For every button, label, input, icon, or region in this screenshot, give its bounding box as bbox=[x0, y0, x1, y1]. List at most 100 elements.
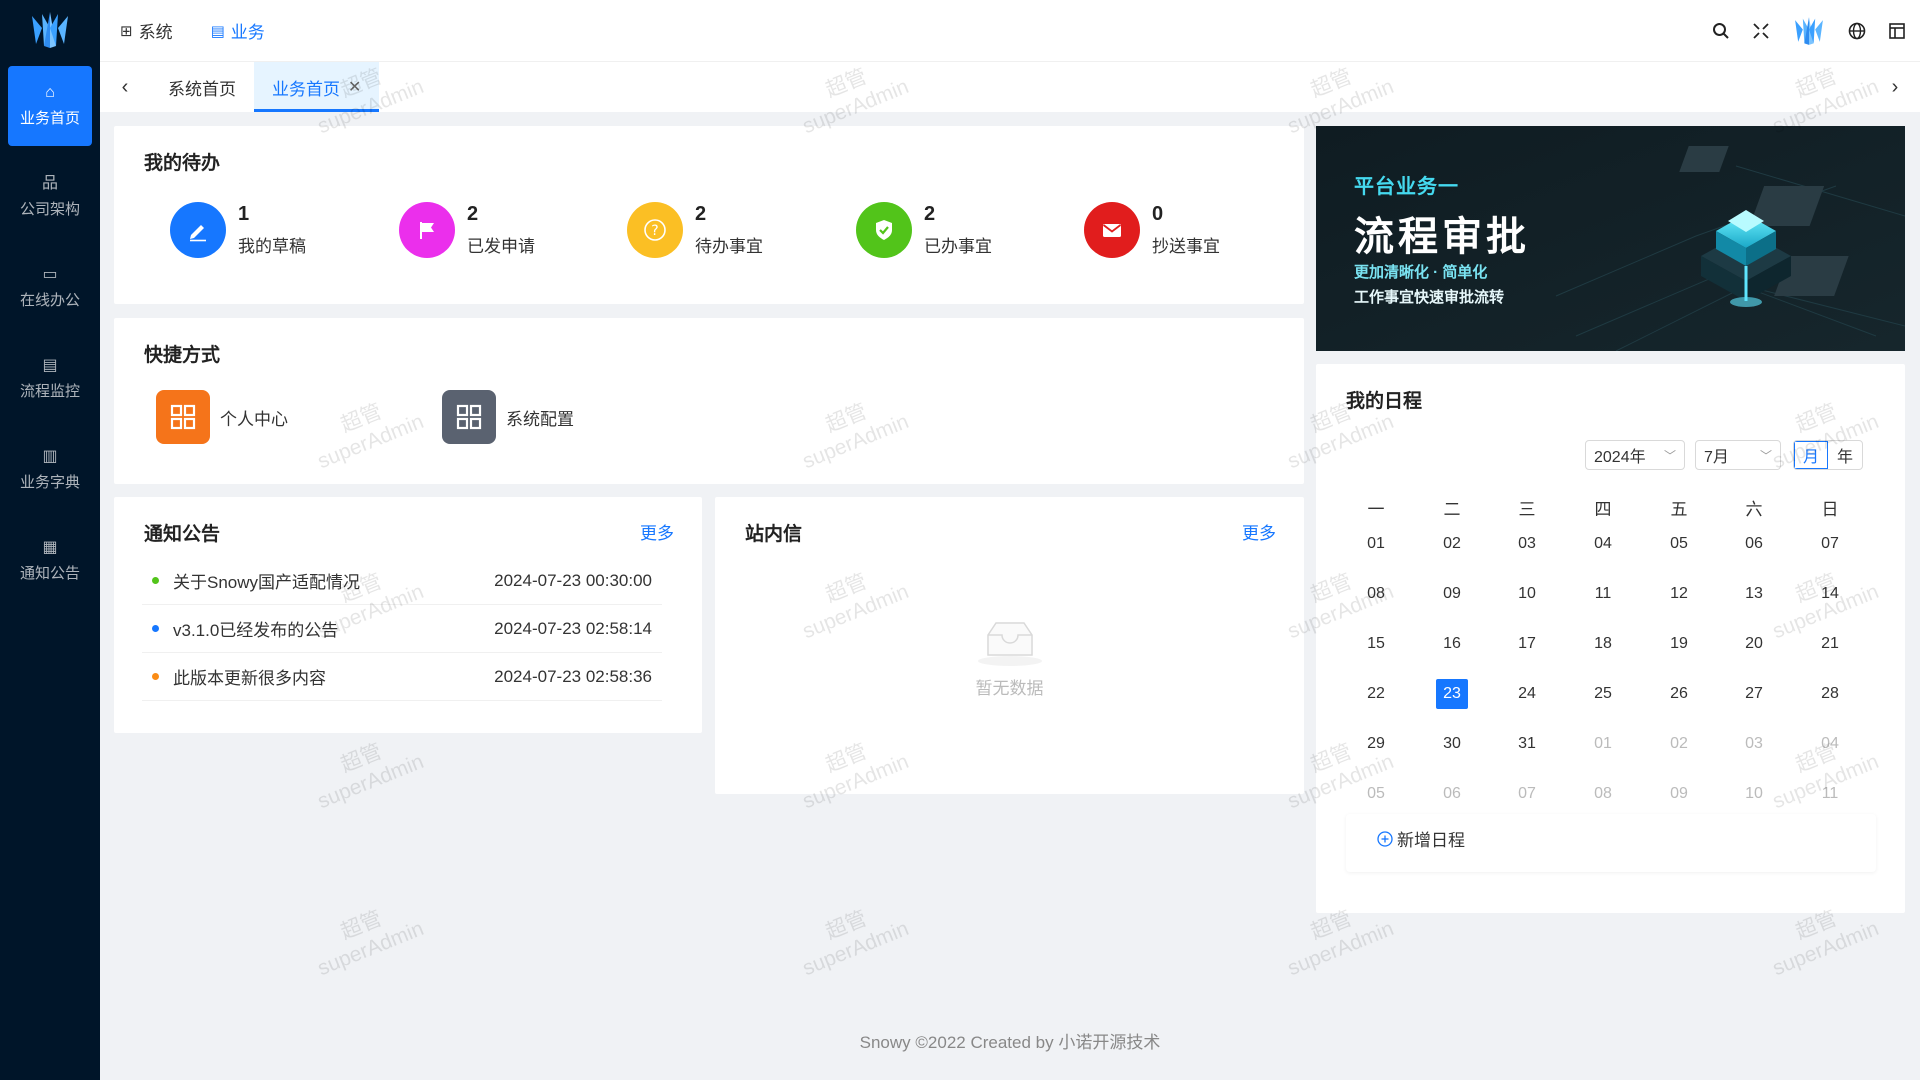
calendar-day[interactable]: 12 bbox=[1663, 579, 1695, 609]
add-schedule-button[interactable]: 新增日程 bbox=[1377, 826, 1465, 851]
calendar-day[interactable]: 21 bbox=[1814, 629, 1846, 659]
shortcut-label: 系统配置 bbox=[506, 409, 574, 429]
avatar[interactable] bbox=[1792, 14, 1826, 48]
banner-line2: 工作事宜快速审批流转 bbox=[1354, 289, 1505, 306]
notice-row[interactable]: 关于Snowy国产适配情况 2024-07-23 00:30:00 bbox=[142, 557, 662, 605]
calendar-day[interactable]: 17 bbox=[1511, 629, 1543, 659]
calendar-day[interactable]: 01 bbox=[1360, 529, 1392, 559]
messages-card: 站内信 更多 暂无数据 bbox=[715, 497, 1304, 794]
globe-icon[interactable] bbox=[1848, 22, 1866, 40]
calendar-day[interactable]: 01 bbox=[1587, 729, 1619, 759]
calendar-day[interactable]: 14 bbox=[1814, 579, 1846, 609]
calendar-day[interactable]: 09 bbox=[1663, 779, 1695, 809]
calendar-day[interactable]: 27 bbox=[1738, 679, 1770, 709]
calendar-day[interactable]: 07 bbox=[1814, 529, 1846, 559]
notice-row[interactable]: v3.1.0已经发布的公告 2024-07-23 02:58:14 bbox=[142, 605, 662, 653]
sidebar-item-business-home[interactable]: ⌂ 业务首页 bbox=[8, 66, 92, 146]
calendar-day[interactable]: 10 bbox=[1738, 779, 1770, 809]
tab-system-home[interactable]: 系统首页 bbox=[150, 62, 254, 112]
calendar-day[interactable]: 03 bbox=[1738, 729, 1770, 759]
notice-row[interactable]: 此版本更新很多内容 2024-07-23 02:58:36 bbox=[142, 653, 662, 701]
mode-year-button[interactable]: 年 bbox=[1828, 441, 1862, 469]
plus-circle-icon bbox=[1377, 830, 1393, 847]
tab-scroll-left-icon[interactable]: ‹ bbox=[100, 62, 150, 112]
calendar-day[interactable]: 16 bbox=[1436, 629, 1468, 659]
sidebar-item-org[interactable]: 品 公司架构 bbox=[8, 157, 92, 237]
month-select[interactable]: 7月 ﹀ bbox=[1695, 440, 1781, 470]
system-icon: ⊞ bbox=[120, 22, 133, 40]
calendar-day[interactable]: 30 bbox=[1436, 729, 1468, 759]
card-title: 我的日程 bbox=[1346, 391, 1423, 412]
mode-month-button[interactable]: 月 bbox=[1794, 441, 1828, 469]
snowy-logo-icon bbox=[32, 12, 68, 48]
calendar-day[interactable]: 19 bbox=[1663, 629, 1695, 659]
search-icon[interactable] bbox=[1712, 22, 1730, 40]
calendar-day[interactable]: 11 bbox=[1814, 779, 1846, 809]
tab-scroll-right-icon[interactable]: › bbox=[1870, 62, 1920, 112]
apps-icon bbox=[442, 390, 496, 444]
calendar-day[interactable]: 09 bbox=[1436, 579, 1468, 609]
org-icon: 品 bbox=[41, 174, 58, 192]
list-icon: ▤ bbox=[42, 356, 58, 374]
calendar-day[interactable]: 13 bbox=[1738, 579, 1770, 609]
todo-count: 2 bbox=[695, 203, 707, 225]
flag-icon bbox=[399, 202, 455, 258]
calendar-day[interactable]: 04 bbox=[1814, 729, 1846, 759]
todo-pending[interactable]: ? 2 待办事宜 bbox=[627, 202, 763, 258]
close-icon[interactable]: ✕ bbox=[348, 77, 361, 97]
calendar-day[interactable]: 31 bbox=[1511, 729, 1543, 759]
calendar-day[interactable]: 25 bbox=[1587, 679, 1619, 709]
notice-title: v3.1.0已经发布的公告 bbox=[173, 621, 339, 640]
notice-card: 通知公告 更多 关于Snowy国产适配情况 2024-07-23 00:30:0… bbox=[114, 497, 702, 733]
sidebar-item-flow-monitor[interactable]: ▤ 流程监控 bbox=[8, 339, 92, 419]
todo-cc[interactable]: 0 抄送事宜 bbox=[1084, 202, 1220, 258]
shortcut-system-config[interactable]: 系统配置 bbox=[442, 390, 574, 444]
calendar-day[interactable]: 02 bbox=[1663, 729, 1695, 759]
logo[interactable] bbox=[0, 0, 100, 60]
messages-more-link[interactable]: 更多 bbox=[1242, 519, 1276, 544]
header-tools bbox=[1690, 0, 1906, 62]
tab-business-home[interactable]: 业务首页 ✕ bbox=[254, 62, 380, 112]
calendar-day[interactable]: 20 bbox=[1738, 629, 1770, 659]
watermark-line1: 超管 bbox=[822, 906, 871, 944]
todo-sent[interactable]: 2 已发申请 bbox=[399, 202, 535, 258]
calendar-day[interactable]: 06 bbox=[1436, 779, 1468, 809]
calendar-day[interactable]: 29 bbox=[1360, 729, 1392, 759]
calendar-day[interactable]: 08 bbox=[1587, 779, 1619, 809]
layout-icon[interactable] bbox=[1888, 22, 1906, 40]
promo-banner[interactable]: 平台业务一 流程审批 更加清晰化 · 简单化 工作事宜快速审批流转 bbox=[1316, 126, 1905, 351]
calendar-day[interactable]: 24 bbox=[1511, 679, 1543, 709]
calendar-day[interactable]: 08 bbox=[1360, 579, 1392, 609]
watermark-line2: superAdmin bbox=[1769, 917, 1882, 981]
calendar-day[interactable]: 28 bbox=[1814, 679, 1846, 709]
module-system[interactable]: ⊞ 系统 bbox=[120, 18, 173, 43]
svg-text:?: ? bbox=[651, 223, 658, 239]
notice-more-link[interactable]: 更多 bbox=[640, 519, 674, 544]
calendar-day[interactable]: 26 bbox=[1663, 679, 1695, 709]
calendar-day[interactable]: 15 bbox=[1360, 629, 1392, 659]
calendar-day[interactable]: 02 bbox=[1436, 529, 1468, 559]
calendar-day[interactable]: 05 bbox=[1360, 779, 1392, 809]
sidebar-item-office[interactable]: ▭ 在线办公 bbox=[8, 248, 92, 328]
calendar-day[interactable]: 23 bbox=[1436, 679, 1468, 709]
year-select[interactable]: 2024年 ﹀ bbox=[1585, 440, 1685, 470]
calendar-day[interactable]: 04 bbox=[1587, 529, 1619, 559]
calendar-day[interactable]: 11 bbox=[1587, 579, 1619, 609]
calendar-day[interactable]: 03 bbox=[1511, 529, 1543, 559]
module-business[interactable]: ▤ 业务 bbox=[211, 18, 265, 43]
calendar-day[interactable]: 10 bbox=[1511, 579, 1543, 609]
sidebar-item-notice[interactable]: ▦ 通知公告 bbox=[8, 521, 92, 601]
sidebar-item-dict[interactable]: ▥ 业务字典 bbox=[8, 430, 92, 510]
shortcut-personal-center[interactable]: 个人中心 bbox=[156, 390, 288, 444]
todo-drafts[interactable]: 1 我的草稿 bbox=[170, 202, 306, 258]
fullscreen-icon[interactable] bbox=[1752, 22, 1770, 40]
sidebar-item-label: 在线办公 bbox=[19, 291, 80, 309]
calendar-day[interactable]: 22 bbox=[1360, 679, 1392, 709]
calendar-day[interactable]: 18 bbox=[1587, 629, 1619, 659]
calendar-day[interactable]: 07 bbox=[1511, 779, 1543, 809]
calendar-day[interactable]: 05 bbox=[1663, 529, 1695, 559]
todo-done[interactable]: 2 已办事宜 bbox=[856, 202, 992, 258]
calendar-day[interactable]: 06 bbox=[1738, 529, 1770, 559]
watermark-line2: superAdmin bbox=[314, 750, 427, 814]
edit-icon bbox=[170, 202, 226, 258]
